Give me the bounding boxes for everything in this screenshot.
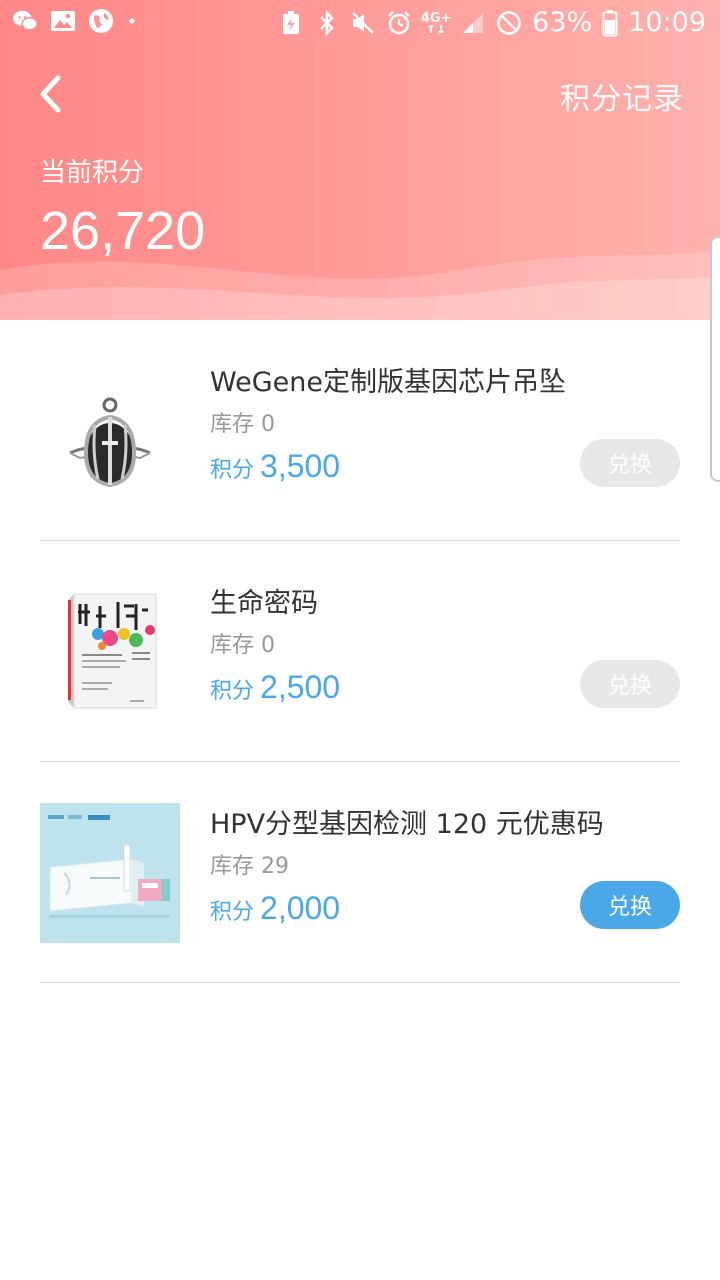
points-record-link[interactable]: 积分记录 <box>560 74 684 118</box>
current-points-value: 26,720 <box>40 201 206 261</box>
dot-icon <box>126 8 138 34</box>
price-label: 积分 <box>210 679 255 704</box>
item-price: 积分 3,500 <box>210 448 340 485</box>
item-stock: 库存 29 <box>210 854 289 879</box>
item-title: 生命密码 <box>210 588 318 619</box>
status-bar: 4G+ 63% 10:09 <box>0 0 720 48</box>
bluetooth-icon <box>314 10 340 36</box>
item-title: WeGene定制版基因芯片吊坠 <box>210 367 566 398</box>
price-label: 积分 <box>210 458 255 483</box>
redeem-button[interactable]: 兑换 <box>580 660 680 708</box>
divider <box>40 982 680 983</box>
alarm-icon <box>386 10 412 36</box>
signal-icon <box>460 10 486 36</box>
image-icon <box>50 8 76 34</box>
price-value: 3,500 <box>260 448 341 484</box>
battery-saver-icon <box>278 10 304 36</box>
item-stock: 库存 0 <box>210 412 275 437</box>
list-item[interactable]: 生命密码 库存 0 积分 2,500 兑换 <box>0 541 720 762</box>
price-value: 2,500 <box>260 669 341 705</box>
item-price: 积分 2,000 <box>210 890 340 927</box>
price-value: 2,000 <box>260 890 341 926</box>
item-stock: 库存 0 <box>210 633 275 658</box>
back-button[interactable] <box>28 70 72 118</box>
status-left-icons <box>12 8 138 34</box>
network-type: 4G+ <box>421 10 451 36</box>
book-image <box>40 582 180 722</box>
clock: 10:09 <box>628 7 706 38</box>
item-price: 积分 2,500 <box>210 669 340 706</box>
hpv-kit-image <box>40 803 180 943</box>
pendant-image <box>40 361 180 501</box>
chevron-left-icon <box>40 75 61 113</box>
dnd-icon <box>496 10 522 36</box>
item-title: HPV分型基因检测 120 元优惠码 <box>210 809 604 840</box>
reward-list: WeGene定制版基因芯片吊坠 库存 0 积分 3,500 兑换 生命密码 库存… <box>0 320 720 983</box>
redeem-button[interactable]: 兑换 <box>580 439 680 487</box>
current-points-label: 当前积分 <box>40 158 145 188</box>
header: 4G+ 63% 10:09 积分记录 当前积分 26,720 <box>0 0 720 320</box>
wechat-icon <box>12 8 38 34</box>
list-item[interactable]: HPV分型基因检测 120 元优惠码 库存 29 积分 2,000 兑换 <box>0 762 720 983</box>
list-item[interactable]: WeGene定制版基因芯片吊坠 库存 0 积分 3,500 兑换 <box>0 320 720 541</box>
mute-icon <box>350 10 376 36</box>
battery-percent: 63% <box>532 7 593 38</box>
price-label: 积分 <box>210 900 255 925</box>
status-right-icons: 4G+ 63% 10:09 <box>278 6 706 40</box>
redeem-button[interactable]: 兑换 <box>580 881 680 929</box>
globe-icon <box>88 8 114 34</box>
battery-icon <box>602 10 618 37</box>
